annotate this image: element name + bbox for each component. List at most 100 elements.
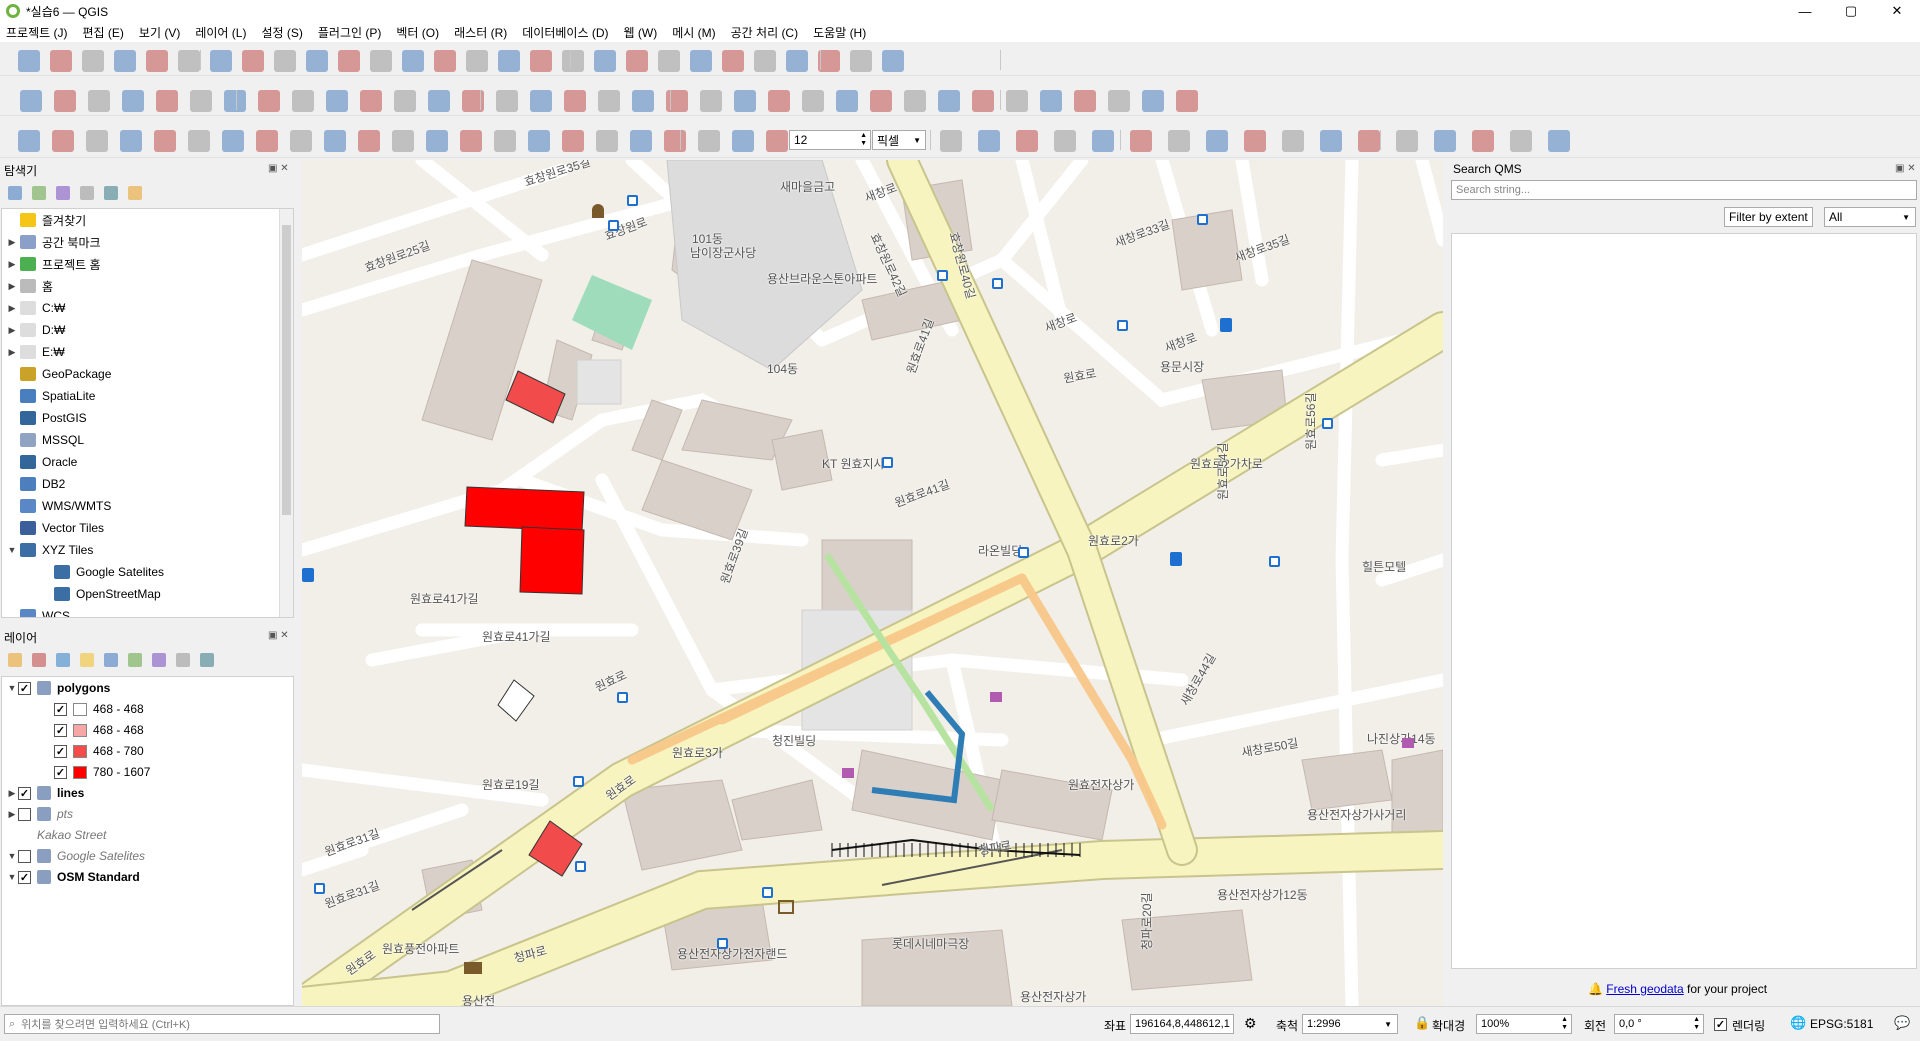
edit-tool-4-icon[interactable] bbox=[122, 90, 144, 112]
digitize-tool-8-icon[interactable] bbox=[256, 130, 278, 152]
menu-settings[interactable]: 설정 (S) bbox=[261, 24, 302, 41]
menu-layer[interactable]: 레이어 (L) bbox=[195, 24, 246, 41]
digitize-tool-23-icon[interactable] bbox=[766, 130, 788, 152]
spinner-arrows-icon[interactable]: ▲ ▼ bbox=[1693, 1016, 1700, 1032]
nav-tool-2-icon[interactable] bbox=[50, 50, 72, 72]
nav-tool-18-icon[interactable] bbox=[562, 50, 584, 72]
digitize-tool-1-icon[interactable] bbox=[18, 130, 40, 152]
digitize-tool-31-icon[interactable] bbox=[1206, 130, 1228, 152]
browser-item[interactable]: ▶ 프로젝트 홈 bbox=[6, 255, 101, 273]
edit-tool-18-icon[interactable] bbox=[598, 90, 620, 112]
browser-item[interactable]: 즐겨찾기 bbox=[6, 211, 86, 229]
nav-tool-25-icon[interactable] bbox=[786, 50, 808, 72]
digitize-tool-18-icon[interactable] bbox=[596, 130, 618, 152]
layer-item[interactable]: ✓ 468 - 780 bbox=[54, 742, 144, 760]
digitize-tool-30-icon[interactable] bbox=[1168, 130, 1190, 152]
browser-item[interactable]: Vector Tiles bbox=[6, 519, 104, 537]
digitize-tool-24-icon[interactable] bbox=[940, 130, 962, 152]
layer-visibility-checkbox[interactable]: ✓ bbox=[54, 702, 67, 716]
filter-by-extent-button[interactable]: Filter by extent bbox=[1724, 207, 1813, 227]
digitize-tool-2-icon[interactable] bbox=[52, 130, 74, 152]
browser-item[interactable]: ▼ XYZ Tiles bbox=[6, 541, 93, 559]
qms-search-input[interactable]: Search string... bbox=[1451, 180, 1917, 200]
edit-tool-16-icon[interactable] bbox=[530, 90, 552, 112]
digitize-tool-38-icon[interactable] bbox=[1472, 130, 1494, 152]
digitize-tool-26-icon[interactable] bbox=[1016, 130, 1038, 152]
expand-arrow-icon[interactable]: ▼ bbox=[6, 851, 18, 861]
browser-item[interactable]: ▶ 공간 북마크 bbox=[6, 233, 101, 251]
edit-tool-17-icon[interactable] bbox=[564, 90, 586, 112]
nav-tool-22-icon[interactable] bbox=[690, 50, 712, 72]
nav-tool-9-icon[interactable] bbox=[274, 50, 296, 72]
edit-tool-29-icon[interactable] bbox=[972, 90, 994, 112]
crs-globe-icon[interactable]: 🌐 bbox=[1790, 1015, 1806, 1031]
browser-item[interactable]: OpenStreetMap bbox=[40, 585, 161, 603]
browser-item[interactable]: PostGIS bbox=[6, 409, 87, 427]
layer-item[interactable]: ▶ ✓ lines bbox=[6, 784, 84, 802]
snap-tolerance-spinbox[interactable]: 12 ▲ ▼ bbox=[789, 130, 871, 150]
digitize-tool-27-icon[interactable] bbox=[1054, 130, 1076, 152]
layer-visibility-checkbox[interactable]: ✓ bbox=[18, 786, 31, 800]
rotation-spinbox[interactable]: 0,0 ° ▲ ▼ bbox=[1614, 1014, 1704, 1034]
edit-tool-10-icon[interactable] bbox=[326, 90, 348, 112]
nav-tool-5-icon[interactable] bbox=[146, 50, 168, 72]
menu-processing[interactable]: 공간 처리 (C) bbox=[731, 24, 799, 41]
edit-tool-3-icon[interactable] bbox=[88, 90, 110, 112]
browser-item[interactable]: Google Satelites bbox=[40, 563, 164, 581]
layer-visibility-checkbox[interactable]: ✓ bbox=[54, 765, 67, 779]
nav-tool-4-icon[interactable] bbox=[114, 50, 136, 72]
nav-tool-12-icon[interactable] bbox=[370, 50, 392, 72]
mouse-coordinates-toggle-icon[interactable]: ⚙ bbox=[1244, 1015, 1257, 1032]
digitize-tool-7-icon[interactable] bbox=[222, 130, 244, 152]
menu-database[interactable]: 데이터베이스 (D) bbox=[522, 24, 608, 41]
browser-scrollbar[interactable] bbox=[279, 209, 293, 617]
qms-results-list[interactable] bbox=[1451, 233, 1917, 969]
digitize-tool-5-icon[interactable] bbox=[154, 130, 176, 152]
layer-item[interactable]: ▼ ✓ polygons bbox=[6, 679, 110, 697]
layer-visibility-checkbox[interactable]: ✓ bbox=[54, 744, 67, 758]
browser-item[interactable]: ▶ C:₩ bbox=[6, 299, 65, 317]
edit-tool-22-icon[interactable] bbox=[734, 90, 756, 112]
browser-item[interactable]: GeoPackage bbox=[6, 365, 111, 383]
edit-tool-11-icon[interactable] bbox=[360, 90, 382, 112]
menu-raster[interactable]: 래스터 (R) bbox=[454, 24, 507, 41]
layers-toolbar-button-7-icon[interactable] bbox=[152, 653, 166, 667]
panel-float-close-icon[interactable]: ▣ ✕ bbox=[268, 630, 289, 641]
browser-item[interactable]: ▶ 홈 bbox=[6, 277, 53, 295]
digitize-tool-3-icon[interactable] bbox=[86, 130, 108, 152]
edit-tool-19-icon[interactable] bbox=[632, 90, 654, 112]
edit-tool-31-icon[interactable] bbox=[1040, 90, 1062, 112]
layers-toolbar-button-8-icon[interactable] bbox=[176, 653, 190, 667]
edit-tool-8-icon[interactable] bbox=[258, 90, 280, 112]
layer-item[interactable]: ▼ ✓ OSM Standard bbox=[6, 868, 140, 886]
expand-arrow-icon[interactable]: ▼ bbox=[6, 683, 18, 693]
menu-vector[interactable]: 벡터 (O) bbox=[396, 24, 439, 41]
digitize-tool-29-icon[interactable] bbox=[1130, 130, 1152, 152]
digitize-tool-28-icon[interactable] bbox=[1092, 130, 1114, 152]
minimize-button[interactable]: — bbox=[1782, 0, 1828, 22]
expand-arrow-icon[interactable]: ▼ bbox=[6, 545, 18, 555]
edit-tool-33-icon[interactable] bbox=[1108, 90, 1130, 112]
nav-tool-20-icon[interactable] bbox=[626, 50, 648, 72]
edit-tool-12-icon[interactable] bbox=[394, 90, 416, 112]
layer-item[interactable]: ✓ 780 - 1607 bbox=[54, 763, 150, 781]
digitize-tool-25-icon[interactable] bbox=[978, 130, 1000, 152]
nav-tool-10-icon[interactable] bbox=[306, 50, 328, 72]
expand-arrow-icon[interactable]: ▶ bbox=[6, 259, 18, 270]
nav-tool-26-icon[interactable] bbox=[818, 50, 840, 72]
edit-tool-34-icon[interactable] bbox=[1142, 90, 1164, 112]
digitize-tool-39-icon[interactable] bbox=[1510, 130, 1532, 152]
layers-toolbar-button-2-icon[interactable] bbox=[32, 653, 46, 667]
digitize-tool-33-icon[interactable] bbox=[1282, 130, 1304, 152]
close-button[interactable]: ✕ bbox=[1874, 0, 1920, 22]
digitize-tool-35-icon[interactable] bbox=[1358, 130, 1380, 152]
browser-toolbar-button-5-icon[interactable] bbox=[104, 186, 118, 200]
layer-item[interactable]: ✓ 468 - 468 bbox=[54, 700, 144, 718]
snap-unit-select[interactable]: 픽셀 ▼ bbox=[872, 130, 926, 150]
nav-tool-8-icon[interactable] bbox=[242, 50, 264, 72]
layer-item[interactable]: ▶ pts bbox=[6, 805, 73, 823]
spinner-arrows-icon[interactable]: ▲ ▼ bbox=[1561, 1016, 1568, 1032]
browser-item[interactable]: DB2 bbox=[6, 475, 65, 493]
edit-tool-21-icon[interactable] bbox=[700, 90, 722, 112]
edit-tool-1-icon[interactable] bbox=[20, 90, 42, 112]
